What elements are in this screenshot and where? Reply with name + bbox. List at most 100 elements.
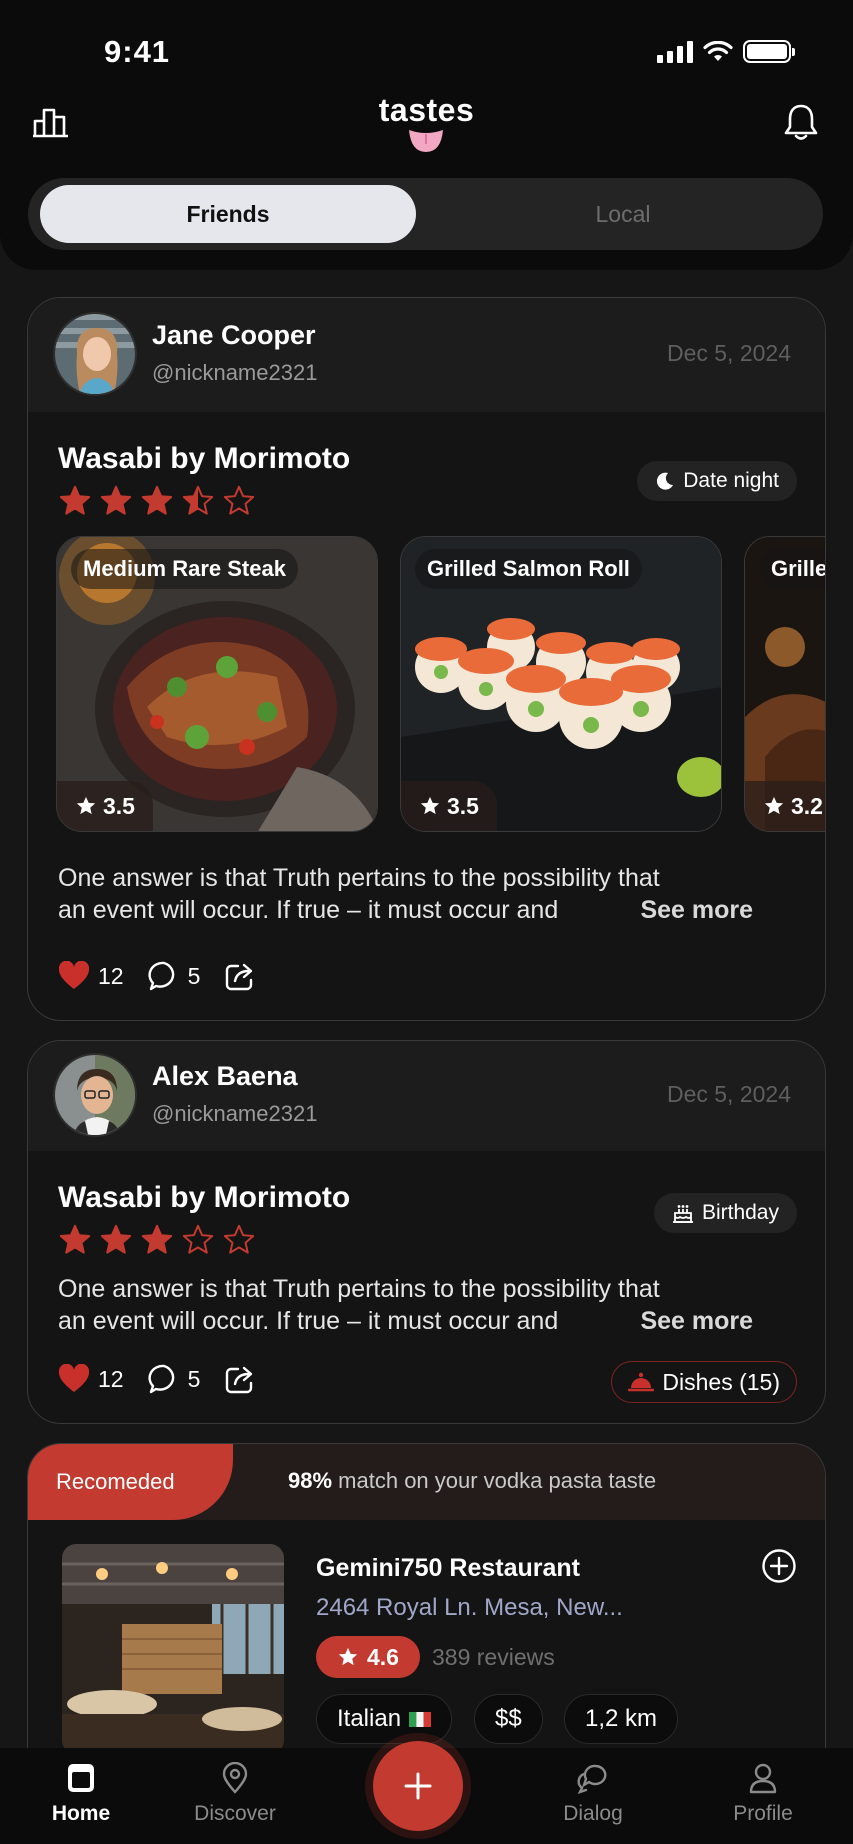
dish-card[interactable]: Grilled Salmon Roll 3.5	[400, 536, 722, 832]
see-more-link[interactable]: See more	[610, 1305, 753, 1337]
share-icon	[226, 1366, 253, 1394]
avatar[interactable]	[53, 1053, 137, 1137]
user-handle: @nickname2321	[152, 360, 318, 385]
star-icon	[223, 485, 255, 515]
star-icon	[223, 1224, 255, 1254]
star-icon	[100, 1224, 132, 1254]
share-icon	[226, 963, 253, 991]
recommended-header: Recomeded 98% match on your vodka pasta …	[28, 1444, 825, 1520]
match-text: 98% match on your vodka pasta taste	[288, 1468, 657, 1493]
share-button[interactable]	[224, 1363, 258, 1395]
tab-dialog[interactable]: Dialog	[528, 1748, 658, 1844]
dish-card[interactable]: Grilled Steak 3.2	[744, 536, 825, 832]
user-name[interactable]: Jane Cooper	[152, 320, 316, 351]
star-icon	[182, 1224, 214, 1254]
like-button[interactable]: 12	[58, 1364, 124, 1394]
tab-local[interactable]: Local	[435, 185, 811, 243]
star-icon	[100, 485, 132, 515]
restaurant-name[interactable]: Wasabi by Morimoto	[58, 1181, 350, 1215]
plus-circle-icon	[762, 1549, 796, 1583]
dish-card[interactable]: Medium Rare Steak 3.5	[56, 536, 378, 832]
star-icon	[764, 796, 784, 815]
restaurant-name[interactable]: Gemini750 Restaurant	[316, 1554, 580, 1583]
star-icon	[59, 1224, 91, 1254]
add-button[interactable]	[761, 1548, 797, 1589]
post-date: Dec 5, 2024	[666, 340, 791, 366]
dishes-button-label: Dishes (15)	[662, 1368, 780, 1395]
star-icon	[182, 485, 214, 515]
share-button[interactable]	[224, 960, 258, 992]
italy-flag-icon	[409, 1711, 432, 1727]
location-pin-icon	[222, 1762, 248, 1794]
app-header: 9:41 tastes Friends Local	[0, 0, 853, 270]
cake-icon	[672, 1205, 693, 1223]
star-icon	[76, 796, 96, 815]
star-icon	[141, 1224, 173, 1254]
restaurant-name[interactable]: Wasabi by Morimoto	[58, 442, 350, 476]
battery-icon	[743, 40, 795, 63]
like-count: 12	[98, 962, 124, 989]
status-icons	[657, 40, 795, 63]
tab-friends[interactable]: Friends	[40, 185, 416, 243]
user-handle: @nickname2321	[152, 1101, 318, 1126]
comment-count: 5	[187, 962, 201, 989]
post-actions: 12 5	[58, 1363, 282, 1395]
signal-icon	[657, 40, 693, 63]
post-actions: 12 5	[58, 960, 282, 992]
home-icon	[68, 1764, 94, 1792]
comment-count: 5	[187, 1365, 201, 1392]
avatar[interactable]	[53, 312, 137, 396]
dish-carousel[interactable]: Medium Rare Steak 3.5 Grilled Salmon Rol…	[56, 536, 825, 832]
heart-icon	[58, 961, 90, 989]
comment-icon	[148, 961, 174, 991]
heart-icon	[58, 1364, 90, 1392]
cuisine-chip: Italian	[316, 1694, 453, 1744]
star-rating	[58, 484, 256, 518]
star-icon	[141, 485, 173, 515]
add-post-button[interactable]	[373, 1741, 463, 1831]
post-header: Jane Cooper @nickname2321 Dec 5, 2024	[28, 298, 825, 412]
dish-rating: 3.5	[401, 781, 497, 831]
restaurant-photo[interactable]	[62, 1544, 284, 1754]
recommended-badge: Recomeded	[28, 1444, 233, 1520]
tongue-icon	[409, 130, 443, 152]
post-card: Alex Baena @nickname2321 Dec 5, 2024 Was…	[27, 1040, 826, 1424]
plus-icon	[404, 1772, 432, 1800]
comment-button[interactable]: 5	[148, 1363, 201, 1395]
occasion-tag: Birthday	[653, 1193, 797, 1233]
like-count: 12	[98, 1365, 124, 1392]
dishes-button[interactable]: Dishes (15)	[611, 1361, 797, 1403]
feed-toggle: Friends Local	[28, 178, 823, 250]
star-rating	[58, 1223, 256, 1257]
tab-discover[interactable]: Discover	[170, 1748, 300, 1844]
price-chip: $$	[474, 1694, 543, 1744]
star-icon	[59, 485, 91, 515]
post-card: Jane Cooper @nickname2321 Dec 5, 2024 Wa…	[27, 297, 826, 1021]
bell-icon	[784, 104, 818, 140]
comment-button[interactable]: 5	[148, 960, 201, 992]
restaurant-rating: 4.6	[316, 1636, 420, 1678]
tab-home[interactable]: Home	[16, 1748, 146, 1844]
notifications-button[interactable]	[781, 102, 821, 142]
dish-name: Grilled Steak	[759, 549, 825, 589]
review-count[interactable]: 389 reviews	[432, 1644, 555, 1671]
star-icon	[420, 796, 440, 815]
star-icon	[338, 1647, 358, 1666]
moon-icon	[657, 472, 674, 490]
user-name[interactable]: Alex Baena	[152, 1061, 298, 1092]
see-more-link[interactable]: See more	[610, 894, 753, 926]
like-button[interactable]: 12	[58, 961, 124, 991]
dish-rating: 3.2	[745, 781, 825, 831]
cloche-icon	[628, 1372, 655, 1392]
occasion-tag: Date night	[637, 461, 797, 501]
dish-name: Grilled Salmon Roll	[415, 549, 642, 589]
wifi-icon	[703, 40, 733, 61]
tab-profile[interactable]: Profile	[698, 1748, 828, 1844]
dish-rating: 3.5	[57, 781, 153, 831]
status-time: 9:41	[104, 34, 171, 69]
post-date: Dec 5, 2024	[666, 1081, 791, 1107]
dish-name: Medium Rare Steak	[71, 549, 298, 589]
occasion-tag-label: Birthday	[701, 1201, 779, 1224]
comment-icon	[148, 1364, 174, 1394]
restaurant-address: 2464 Royal Ln. Mesa, New...	[316, 1594, 623, 1621]
